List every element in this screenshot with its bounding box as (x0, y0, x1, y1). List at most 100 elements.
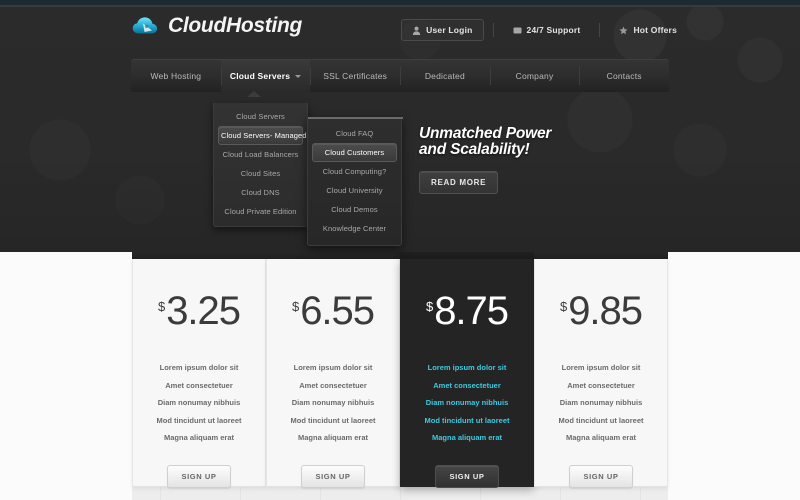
nav-label: Contacts (606, 71, 642, 81)
plan-feature: Lorem ipsum dolor sit (561, 363, 641, 372)
logo-text: CloudHosting (168, 14, 303, 37)
submenu-item-label: Knowledge Center (322, 224, 387, 233)
dropdown-item-cloud-load-balancers[interactable]: Cloud Load Balancers (218, 145, 303, 164)
currency-symbol: $ (425, 299, 434, 314)
user-login-label: User Login (426, 25, 473, 35)
plan-price: $ 8.75 (425, 289, 509, 333)
hero-line-2: and Scalability! (419, 141, 530, 158)
plan-feature: Mod tincidunt ut laoreet (424, 415, 510, 425)
plan-features: Lorem ipsum dolor sit Amet consectetuer … (559, 359, 644, 447)
plan-feature: Diam nonumay nibhuis (291, 398, 375, 407)
submenu-item-cloud-faq[interactable]: Cloud FAQ (312, 124, 397, 143)
top-links: User Login 24/7 Support Hot Offers (401, 19, 687, 41)
plan-body: $ 6.55 Lorem ipsum dolor sit Amet consec… (266, 259, 400, 488)
nav-item-web-hosting[interactable]: Web Hosting (131, 60, 221, 92)
dropdown-item-label: Cloud Servers (236, 112, 285, 121)
cloud-resources-submenu: Cloud FAQ Cloud Customers Cloud Computin… (307, 117, 403, 246)
chat-icon (513, 26, 522, 35)
nav-item-contacts[interactable]: Contacts (579, 60, 669, 92)
dropdown-item-label: Cloud DNS (241, 188, 280, 197)
currency-symbol: $ (559, 299, 568, 314)
plan-feature: Amet consectetuer (567, 380, 635, 390)
hero-line-1: Unmatched Power (419, 125, 552, 142)
plan-card-pro: PROCLOUD $ 6.55 Lorem ipsum dolor sit Am… (266, 229, 400, 488)
hero-banner: Unmatched Power and Scalability! READ MO… (419, 126, 551, 194)
chevron-down-icon (295, 74, 302, 78)
submenu-item-cloud-customers[interactable]: Cloud Customers (312, 143, 397, 162)
cloud-servers-dropdown: Cloud Servers Cloud Servers- Managed Clo… (213, 103, 308, 227)
submenu-item-cloud-university[interactable]: Cloud University (312, 181, 397, 200)
page-root: CloudHosting User Login 24/7 Support Hot… (0, 0, 800, 500)
nav-label: Company (515, 71, 554, 81)
top-divider (0, 5, 800, 7)
plan-feature: Lorem ipsum dolor sit (159, 363, 239, 372)
plan-feature: Mod tincidunt ut laoreet (290, 415, 376, 425)
submenu-item-knowledge-center[interactable]: Knowledge Center (312, 219, 397, 238)
dropdown-item-cloud-private-edition[interactable]: Cloud Private Edition (218, 202, 303, 221)
nav-label: Cloud Servers (229, 71, 291, 81)
plan-body: $ 3.25 Lorem ipsum dolor sit Amet consec… (132, 259, 266, 488)
plan-features: Lorem ipsum dolor sit Amet consectetuer … (425, 359, 510, 447)
price-amount: 9.85 (568, 289, 643, 333)
currency-symbol: $ (157, 299, 166, 314)
star-icon (619, 26, 628, 35)
dropdown-item-cloud-servers-managed[interactable]: Cloud Servers- Managed (218, 126, 306, 145)
plan-features: Lorem ipsum dolor sit Amet consectetuer … (291, 359, 376, 447)
nav-item-ssl-certificates[interactable]: SSL Certificates (310, 60, 400, 92)
price-amount: 8.75 (434, 289, 509, 333)
dropdown-item-cloud-dns[interactable]: Cloud DNS (218, 183, 303, 202)
hot-offers-link[interactable]: Hot Offers (609, 20, 687, 40)
plan-feature: Amet consectetuer (165, 380, 233, 390)
nav-item-cloud-servers[interactable]: Cloud Servers (220, 60, 311, 92)
submenu-item-cloud-demos[interactable]: Cloud Demos (312, 200, 397, 219)
submenu-item-label: Cloud Customers (324, 148, 385, 157)
support-link[interactable]: 24/7 Support (503, 20, 591, 40)
submenu-item-cloud-computing[interactable]: Cloud Computing? (312, 162, 397, 181)
plan-price: $ 3.25 (157, 291, 241, 331)
dropdown-item-cloud-sites[interactable]: Cloud Sites (218, 164, 303, 183)
nav-item-dedicated[interactable]: Dedicated (400, 60, 490, 92)
user-login-link[interactable]: User Login (401, 19, 484, 41)
plan-feature: Mod tincidunt ut laoreet (156, 415, 242, 425)
plan-feature: Magna aliquam erat (431, 433, 503, 442)
plan-card-basic: BASICCLOUD $ 3.25 Lorem ipsum dolor sit … (132, 229, 266, 488)
sign-up-button[interactable]: SIGN UP (435, 464, 499, 488)
dropdown-item-label: Cloud Sites (240, 169, 281, 178)
site-logo[interactable]: CloudHosting (131, 13, 302, 39)
submenu-item-label: Cloud Demos (331, 205, 378, 214)
sign-up-button[interactable]: SIGN UP (301, 464, 365, 488)
dropdown-pointer-icon (247, 91, 261, 97)
plan-feature: Diam nonumay nibhuis (559, 398, 643, 407)
price-amount: 6.55 (300, 289, 375, 333)
plan-body: $ 9.85 Lorem ipsum dolor sit Amet consec… (534, 259, 668, 488)
nav-label: SSL Certificates (323, 71, 388, 81)
support-label: 24/7 Support (526, 25, 581, 35)
plan-features: Lorem ipsum dolor sit Amet consectetuer … (157, 359, 242, 447)
hero-heading: Unmatched Power and Scalability! (419, 126, 551, 158)
dropdown-item-cloud-servers[interactable]: Cloud Servers (218, 107, 303, 126)
plan-price: $ 9.85 (559, 289, 643, 333)
toplink-divider (492, 23, 494, 37)
plan-feature: Diam nonumay nibhuis (425, 398, 509, 407)
plan-feature: Amet consectetuer (433, 380, 501, 390)
nav-label: Dedicated (424, 71, 465, 81)
dropdown-item-label: Cloud Servers- Managed (221, 131, 307, 140)
nav-item-company[interactable]: Company (489, 60, 580, 92)
dropdown-item-label: Cloud Private Edition (224, 207, 297, 216)
cloud-icon (131, 13, 161, 39)
plan-body: $ 8.75 Lorem ipsum dolor sit Amet consec… (400, 259, 534, 488)
plan-feature: Lorem ipsum dolor sit (293, 363, 373, 372)
currency-symbol: $ (291, 299, 300, 314)
sign-up-button[interactable]: SIGN UP (167, 464, 231, 488)
read-more-button[interactable]: READ MORE (419, 171, 499, 194)
plan-feature: Diam nonumay nibhuis (157, 398, 241, 407)
user-icon (412, 26, 421, 35)
plan-feature: Magna aliquam erat (297, 433, 369, 442)
plan-price: $ 6.55 (291, 289, 375, 333)
plan-feature: Magna aliquam erat (163, 433, 235, 442)
submenu-item-label: Cloud Computing? (322, 167, 387, 176)
sign-up-button[interactable]: SIGN UP (569, 464, 633, 488)
plan-feature: Magna aliquam erat (565, 433, 637, 442)
submenu-item-label: Cloud University (326, 186, 383, 195)
dropdown-item-label: Cloud Load Balancers (222, 150, 299, 159)
